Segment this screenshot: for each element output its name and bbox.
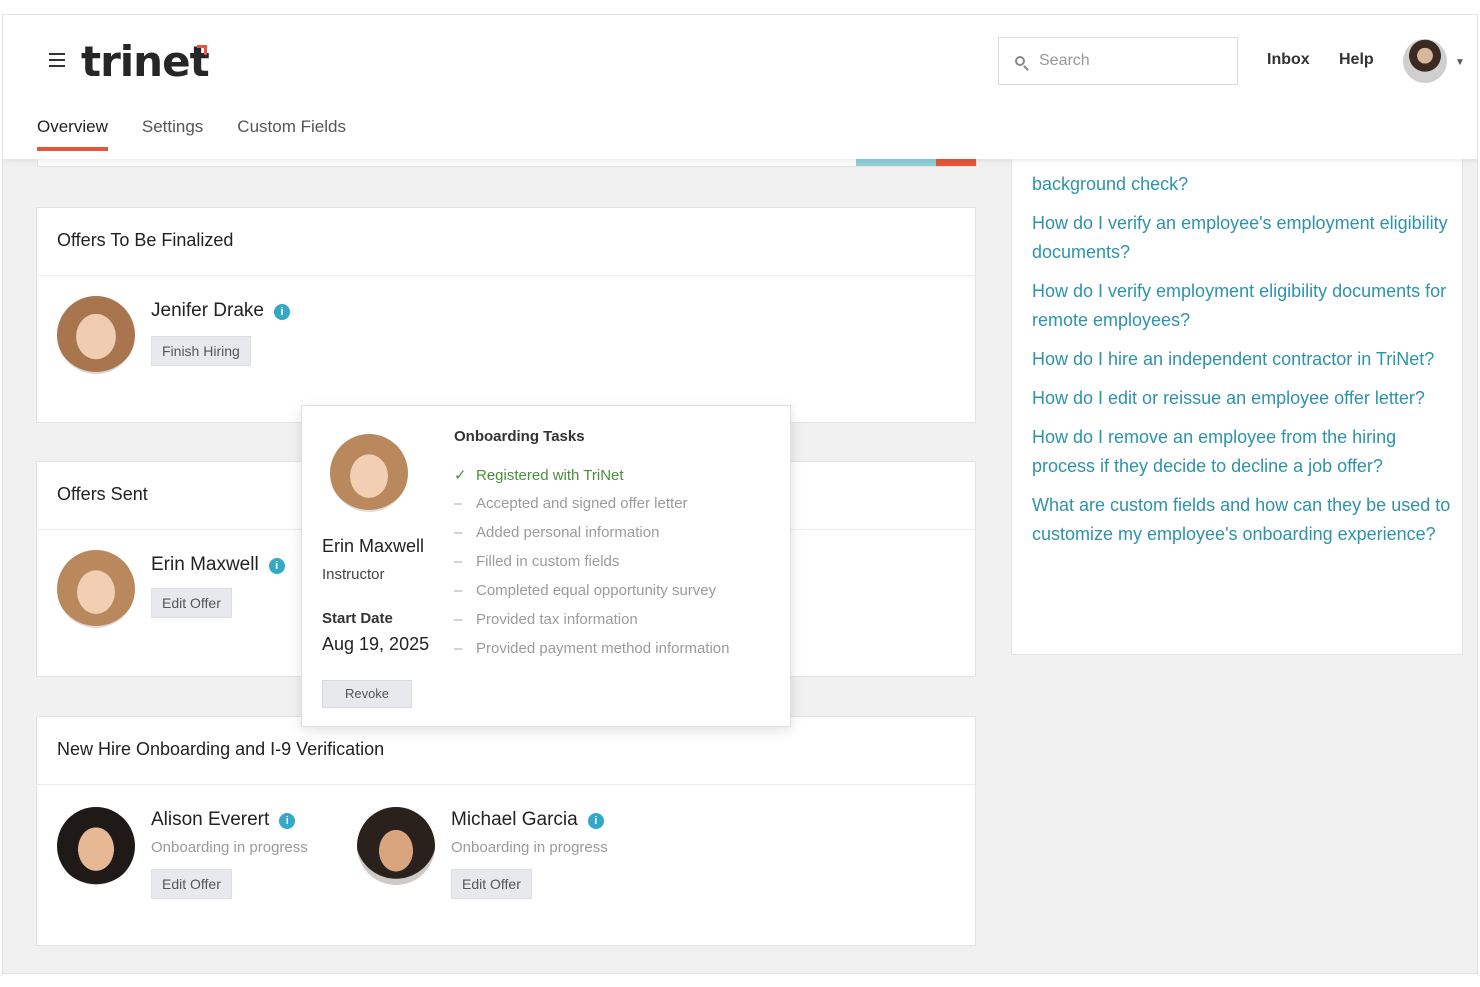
tab-custom-fields[interactable]: Custom Fields bbox=[237, 117, 346, 151]
start-date-label: Start Date bbox=[322, 610, 393, 627]
dash-icon: – bbox=[454, 495, 463, 512]
avatar bbox=[357, 807, 435, 885]
card-title: Offers To Be Finalized bbox=[37, 208, 975, 276]
dash-icon: – bbox=[454, 524, 463, 541]
top-header: trinet Inbox Help ▼ Overview Settings Cu… bbox=[3, 15, 1477, 159]
task-list: ✓ Registered with TriNet – Accepted and si… bbox=[454, 466, 729, 669]
list-item: – Provided tax information bbox=[454, 611, 638, 628]
user-avatar[interactable] bbox=[1403, 39, 1447, 83]
list-item: – Added personal information bbox=[454, 524, 660, 541]
menu-icon[interactable] bbox=[49, 53, 65, 67]
card-title: New Hire Onboarding and I-9 Verification bbox=[37, 717, 975, 785]
dash-icon: – bbox=[454, 582, 463, 599]
help-link[interactable]: How do I hire an independent contractor … bbox=[1032, 345, 1452, 374]
dash-icon: – bbox=[454, 640, 463, 657]
avatar bbox=[57, 296, 135, 374]
finish-hiring-button[interactable]: Finish Hiring bbox=[151, 336, 251, 366]
dash-icon: – bbox=[454, 553, 463, 570]
previous-card-edge bbox=[37, 159, 977, 167]
edit-offer-button[interactable]: Edit Offer bbox=[151, 869, 232, 899]
avatar bbox=[57, 807, 135, 885]
revoke-button[interactable]: Revoke bbox=[322, 680, 412, 708]
info-icon[interactable]: i bbox=[274, 304, 290, 320]
list-item: – Completed equal opportunity survey bbox=[454, 582, 717, 599]
logo-mark-icon bbox=[197, 45, 207, 55]
onboarding-card: New Hire Onboarding and I-9 Verification… bbox=[36, 716, 976, 946]
inbox-link[interactable]: Inbox bbox=[1267, 51, 1310, 69]
person-name[interactable]: Jenifer Drake i bbox=[151, 300, 290, 322]
list-item: – Provided payment method information bbox=[454, 640, 730, 657]
check-icon: ✓ bbox=[454, 467, 467, 484]
status-text: Onboarding in progress bbox=[151, 839, 308, 856]
edit-offer-button[interactable]: Edit Offer bbox=[451, 869, 532, 899]
info-icon[interactable]: i bbox=[587, 813, 604, 829]
popup-role: Instructor bbox=[322, 566, 385, 583]
info-icon[interactable]: i bbox=[268, 558, 285, 574]
dash-icon: – bbox=[454, 611, 463, 628]
search-icon bbox=[1015, 56, 1025, 66]
tab-bar: Overview Settings Custom Fields bbox=[37, 117, 346, 151]
help-link[interactable]: How do I verify an employee's employment… bbox=[1032, 209, 1452, 267]
search-input[interactable] bbox=[1039, 52, 1219, 70]
onboarding-tasks-popup: Erin Maxwell Instructor Start Date Aug 1… bbox=[301, 405, 791, 727]
offers-to-finalize-card: Offers To Be Finalized Jenifer Drake i Fi… bbox=[36, 207, 976, 423]
edit-offer-button[interactable]: Edit Offer bbox=[151, 588, 232, 618]
help-link-list: background check? How do I verify an emp… bbox=[1032, 170, 1452, 559]
person-name[interactable]: Michael Garcia i bbox=[451, 809, 604, 831]
list-item: – Filled in custom fields bbox=[454, 553, 620, 570]
status-text: Onboarding in progress bbox=[451, 839, 608, 856]
info-icon[interactable]: i bbox=[279, 813, 296, 829]
trinet-logo[interactable]: trinet bbox=[81, 37, 210, 86]
avatar bbox=[57, 550, 135, 628]
help-link[interactable]: How do I verify employment eligibility d… bbox=[1032, 277, 1452, 335]
help-link[interactable]: What are custom fields and how can they … bbox=[1032, 491, 1452, 549]
help-panel: background check? How do I verify an emp… bbox=[1011, 95, 1463, 655]
chevron-down-icon[interactable]: ▼ bbox=[1455, 57, 1465, 68]
app-window: trinet Inbox Help ▼ Overview Settings Cu… bbox=[2, 14, 1478, 974]
person-name[interactable]: Erin Maxwell i bbox=[151, 554, 285, 576]
tab-overview[interactable]: Overview bbox=[37, 117, 108, 151]
help-link[interactable]: Help bbox=[1339, 51, 1374, 69]
start-date-value: Aug 19, 2025 bbox=[322, 634, 430, 654]
help-link[interactable]: How do I edit or reissue an employee off… bbox=[1032, 384, 1452, 413]
tasks-title: Onboarding Tasks bbox=[454, 428, 585, 445]
person-name[interactable]: Alison Everert i bbox=[151, 809, 296, 831]
strip-accent-blue bbox=[856, 159, 936, 166]
help-link[interactable]: How do I remove an employee from the hir… bbox=[1032, 423, 1452, 481]
search-box[interactable] bbox=[998, 37, 1238, 85]
help-link[interactable]: background check? bbox=[1032, 170, 1452, 199]
tab-settings[interactable]: Settings bbox=[142, 117, 203, 151]
strip-accent-red bbox=[936, 159, 976, 166]
avatar bbox=[330, 434, 408, 512]
list-item: – Accepted and signed offer letter bbox=[454, 495, 688, 512]
list-item: ✓ Registered with TriNet bbox=[454, 467, 624, 484]
popup-name: Erin Maxwell bbox=[322, 536, 425, 556]
